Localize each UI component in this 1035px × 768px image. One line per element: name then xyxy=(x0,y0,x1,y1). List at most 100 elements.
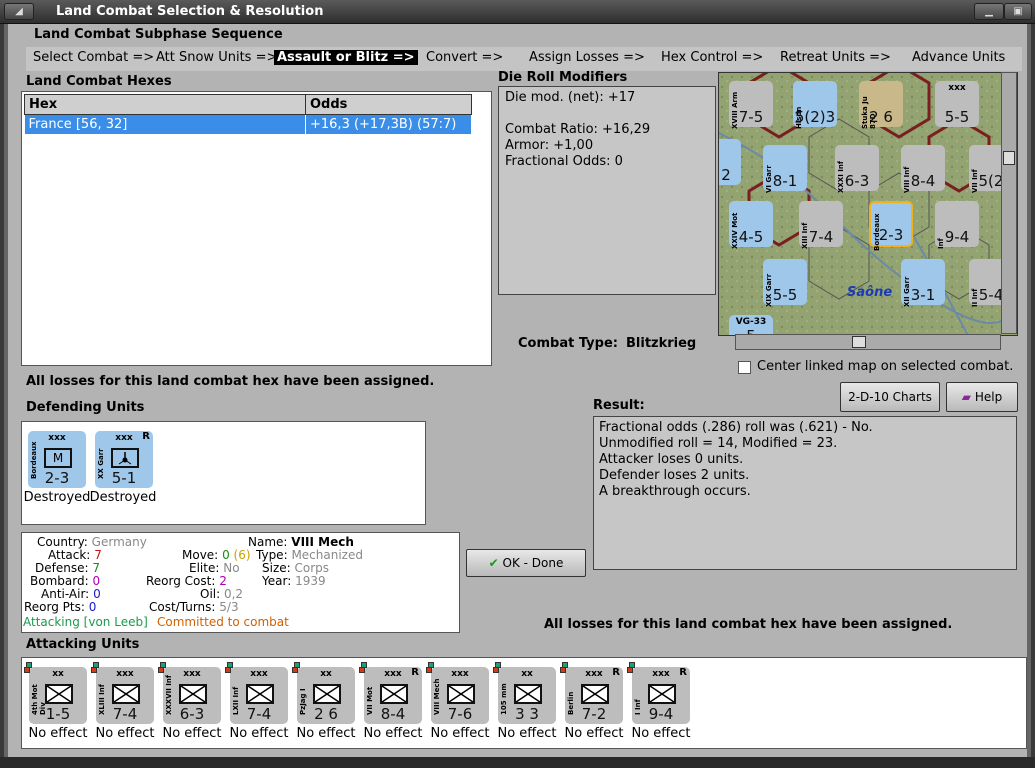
modifiers-title: Die Roll Modifiers xyxy=(498,70,628,85)
unit-strength: 9-4 xyxy=(648,705,674,723)
charts-button[interactable]: 2-D-10 Charts xyxy=(840,382,940,412)
unit-strength: 7-4 xyxy=(246,705,272,723)
window-title: Land Combat Selection & Resolution xyxy=(56,4,324,19)
attacking-unit-status: No effect xyxy=(28,726,88,741)
step-advance-units[interactable]: Advance Units xyxy=(912,50,1005,65)
attacking-unit[interactable]: xxx R I Inf 9-4 xyxy=(627,662,690,724)
odds-cell: +16,3 (+17,3B) (57:7) xyxy=(305,114,472,134)
modifier-line xyxy=(505,106,709,122)
attacking-unit-status: No effect xyxy=(631,726,691,741)
attacking-unit-status: No effect xyxy=(497,726,557,741)
defending-unit-status: Destroyed xyxy=(23,490,91,505)
map-hscroll[interactable] xyxy=(735,334,1001,350)
map-counter[interactable]: VG-33 5 xyxy=(729,315,773,335)
attacking-unit-status: No effect xyxy=(564,726,624,741)
center-map-checkbox[interactable] xyxy=(738,361,751,374)
subphase-title: Land Combat Subphase Sequence xyxy=(34,27,283,42)
result-line: Defender loses 2 units. xyxy=(599,468,750,483)
map-counter-selected[interactable]: Bordeaux 2-3 xyxy=(869,201,913,251)
reserve-marker: R xyxy=(411,667,419,678)
defending-title: Defending Units xyxy=(26,400,145,415)
step-select-combat[interactable]: Select Combat => xyxy=(33,50,154,65)
unit-strength: 8-4 xyxy=(380,705,406,723)
step-assign-losses[interactable]: Assign Losses => xyxy=(529,50,645,65)
attacking-leader-text: Attacking [von Leeb] xyxy=(23,615,148,629)
close-button[interactable]: ▣ xyxy=(1004,3,1032,20)
attacking-unit[interactable]: xx PzJag I2 6 xyxy=(292,662,355,724)
map-counter[interactable]: XIX Garr 5-5 xyxy=(763,259,807,307)
attacking-unit[interactable]: xxx LXII Inf 7-4 xyxy=(225,662,288,724)
minimize-button[interactable]: ▁ xyxy=(974,3,1004,20)
unit-strength: 7-2 xyxy=(581,705,607,723)
attacking-unit[interactable]: xx 4th Mot Div 1-5 xyxy=(24,662,87,724)
infantry-symbol-icon xyxy=(447,684,475,704)
defending-unit[interactable]: xxx R XX Garr 5-1 xyxy=(95,431,153,488)
modifiers-box: Die mod. (net): +17 Combat Ratio: +16,29… xyxy=(498,86,716,295)
attacking-unit[interactable]: xxx XLIII Inf 7-4 xyxy=(91,662,154,724)
result-box: Fractional odds (.286) roll was (.621) -… xyxy=(593,416,1017,570)
map-counter[interactable]: Stuka Ju 87D 2 6 xyxy=(859,81,903,129)
map-vscroll[interactable] xyxy=(1001,72,1017,334)
map-counter[interactable]: 2 xyxy=(719,139,741,185)
hex-cell: France [56, 32] xyxy=(24,114,306,134)
committed-text: Committed to combat xyxy=(157,615,289,629)
defending-unit[interactable]: xxx Bordeaux M 2-3 xyxy=(28,431,86,488)
help-button[interactable]: ▰ Help xyxy=(946,382,1018,412)
attacking-unit[interactable]: xxx XXXVII Inf 6-3 xyxy=(158,662,221,724)
map-counter[interactable]: XXIV Mot 4-5 xyxy=(729,201,773,249)
combat-type-label: Combat Type: xyxy=(518,336,618,351)
reserve-marker: R xyxy=(612,667,620,678)
infantry-symbol-icon xyxy=(514,684,542,704)
unit-strength: 3 3 xyxy=(515,705,539,723)
attacking-unit[interactable]: xxx R Berlin 7-2 xyxy=(560,662,623,724)
odds-column-header[interactable]: Odds xyxy=(305,94,472,115)
attacking-unit[interactable]: xx 105 mm 3 3 xyxy=(493,662,556,724)
map-counter[interactable]: VIII Inf 8-4 xyxy=(901,145,945,193)
step-assault-blitz[interactable]: Assault or Blitz => xyxy=(274,50,418,65)
losses-message-bottom: All losses for this land combat hex have… xyxy=(544,617,953,632)
linked-map[interactable]: XVIII Arm 7-5 Hlsdn 5(2)3 Stuka Ju 87D 2 6 … xyxy=(718,72,1018,336)
infantry-symbol-icon xyxy=(246,684,274,704)
attacking-unit-status: No effect xyxy=(95,726,155,741)
mech-symbol-icon: M xyxy=(44,448,72,468)
step-convert[interactable]: Convert => xyxy=(426,50,503,65)
infantry-symbol-icon xyxy=(380,684,408,704)
step-retreat-units[interactable]: Retreat Units => xyxy=(780,50,891,65)
modifier-line: Fractional Odds: 0 xyxy=(505,154,623,169)
map-counter[interactable]: XII Garr 3-1 xyxy=(901,259,945,307)
modifier-line: Armor: +1,00 xyxy=(505,138,594,153)
unit-strength: 7-4 xyxy=(112,705,138,723)
result-line: A breakthrough occurs. xyxy=(599,484,751,499)
status-strip xyxy=(0,757,1035,768)
map-counter[interactable]: XXXI Inf 6-3 xyxy=(835,145,879,193)
hex-column-header[interactable]: Hex xyxy=(24,94,306,115)
table-row[interactable]: France [56, 32] +16,3 (+17,3B) (57:7) xyxy=(24,114,472,134)
modifier-line: Combat Ratio: +16,29 xyxy=(505,122,651,137)
ok-done-button[interactable]: ✔ OK - Done xyxy=(466,549,586,577)
defense-value: 7 xyxy=(92,561,100,575)
attacking-unit[interactable]: xxx VIII Mech 7-6 xyxy=(426,662,489,724)
hexes-list[interactable]: Hex Odds France [56, 32] +16,3 (+17,3B) (5… xyxy=(21,91,492,366)
system-menu-button[interactable]: ◢ xyxy=(4,3,34,20)
attacking-unit[interactable]: xxx R VII Mot 8-4 xyxy=(359,662,422,724)
attacking-unit-status: No effect xyxy=(363,726,423,741)
attacking-unit-status: No effect xyxy=(162,726,222,741)
map-counter[interactable]: Inf 9-4 xyxy=(935,201,979,249)
step-att-snow[interactable]: Att Snow Units => xyxy=(156,50,277,65)
result-line: Unmodified roll = 14, Modified = 23. xyxy=(599,436,838,451)
unit-strength: 1-5 xyxy=(45,705,71,723)
attack-value: 7 xyxy=(94,548,102,562)
map-counter[interactable]: xxx 5-5 xyxy=(935,81,979,127)
map-counter[interactable]: XVIII Arm 7-5 xyxy=(729,81,773,129)
defending-units-box: xxx Bordeaux M 2-3 xxx R XX Garr 5-1 Des… xyxy=(21,421,426,525)
garrison-symbol-icon xyxy=(111,448,139,468)
attacking-unit-status: No effect xyxy=(229,726,289,741)
step-hex-control[interactable]: Hex Control => xyxy=(661,50,763,65)
infantry-symbol-icon xyxy=(581,684,609,704)
map-counter[interactable]: VI Garr 8-1 xyxy=(763,145,807,193)
map-counter[interactable]: XIII Inf 7-4 xyxy=(799,201,843,249)
map-counter[interactable]: Hlsdn 5(2)3 xyxy=(793,81,837,129)
losses-message-top: All losses for this land combat hex have… xyxy=(26,374,435,389)
country-value: Germany xyxy=(91,535,147,549)
unit-strength: 2 6 xyxy=(314,705,338,723)
